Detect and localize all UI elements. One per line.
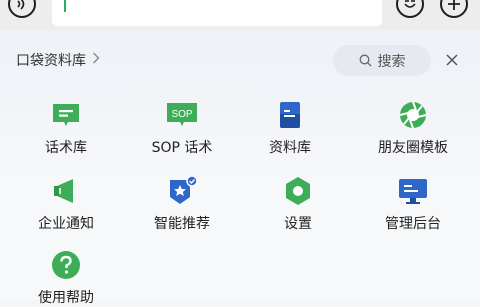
voice-icon xyxy=(17,0,25,10)
chevron-right-icon xyxy=(92,52,100,68)
text-caret xyxy=(64,0,66,12)
tool-resource-library[interactable]: 资料库 xyxy=(235,100,345,157)
aperture-icon xyxy=(398,100,428,130)
plus-icon xyxy=(448,0,460,10)
chat-input-bar xyxy=(0,0,480,30)
pocket-library-panel: 口袋资料库 搜索 话术库 SOP SOP 话术 资料库 朋友圈模板 企业通知 智… xyxy=(0,30,480,306)
tool-label: 智能推荐 xyxy=(154,216,210,232)
library-title-link[interactable]: 口袋资料库 xyxy=(16,50,100,70)
tool-smart-recommend[interactable]: 智能推荐 xyxy=(127,176,237,233)
tool-label: 企业通知 xyxy=(38,216,94,232)
library-title: 口袋资料库 xyxy=(16,53,86,69)
search-box[interactable]: 搜索 xyxy=(333,45,431,76)
monitor-icon xyxy=(398,176,428,206)
speech-icon xyxy=(51,100,81,130)
search-icon xyxy=(359,54,371,67)
tool-moments-templates[interactable]: 朋友圈模板 xyxy=(358,100,468,157)
emoji-button[interactable] xyxy=(396,0,424,18)
tool-label: 使用帮助 xyxy=(38,290,94,306)
tool-label: 资料库 xyxy=(269,140,311,156)
search-placeholder: 搜索 xyxy=(377,53,406,70)
message-input[interactable] xyxy=(52,0,382,26)
close-icon[interactable] xyxy=(444,52,460,68)
tool-label: SOP 话术 xyxy=(151,140,213,156)
tool-label: 话术库 xyxy=(45,140,87,156)
tool-label: 设置 xyxy=(284,216,312,232)
tool-settings[interactable]: 设置 xyxy=(243,176,353,233)
tool-company-notice[interactable]: 企业通知 xyxy=(11,176,121,233)
folder-icon xyxy=(275,100,305,130)
settings-icon xyxy=(283,176,313,206)
megaphone-icon xyxy=(51,176,81,206)
sop-icon-text: SOP xyxy=(171,109,192,120)
tool-help[interactable]: 使用帮助 xyxy=(11,250,121,307)
tool-speech-library[interactable]: 话术库 xyxy=(11,100,121,157)
tool-admin-console[interactable]: 管理后台 xyxy=(358,176,468,233)
tool-label: 朋友圈模板 xyxy=(378,140,448,156)
tool-label: 管理后台 xyxy=(385,216,441,232)
tool-sop-scripts[interactable]: SOP SOP 话术 xyxy=(127,100,237,157)
help-icon xyxy=(51,250,81,280)
emoji-icon xyxy=(404,0,416,8)
star-badge-icon xyxy=(167,176,197,206)
voice-button[interactable] xyxy=(8,0,36,18)
sop-icon: SOP xyxy=(167,100,197,130)
more-button[interactable] xyxy=(440,0,468,18)
